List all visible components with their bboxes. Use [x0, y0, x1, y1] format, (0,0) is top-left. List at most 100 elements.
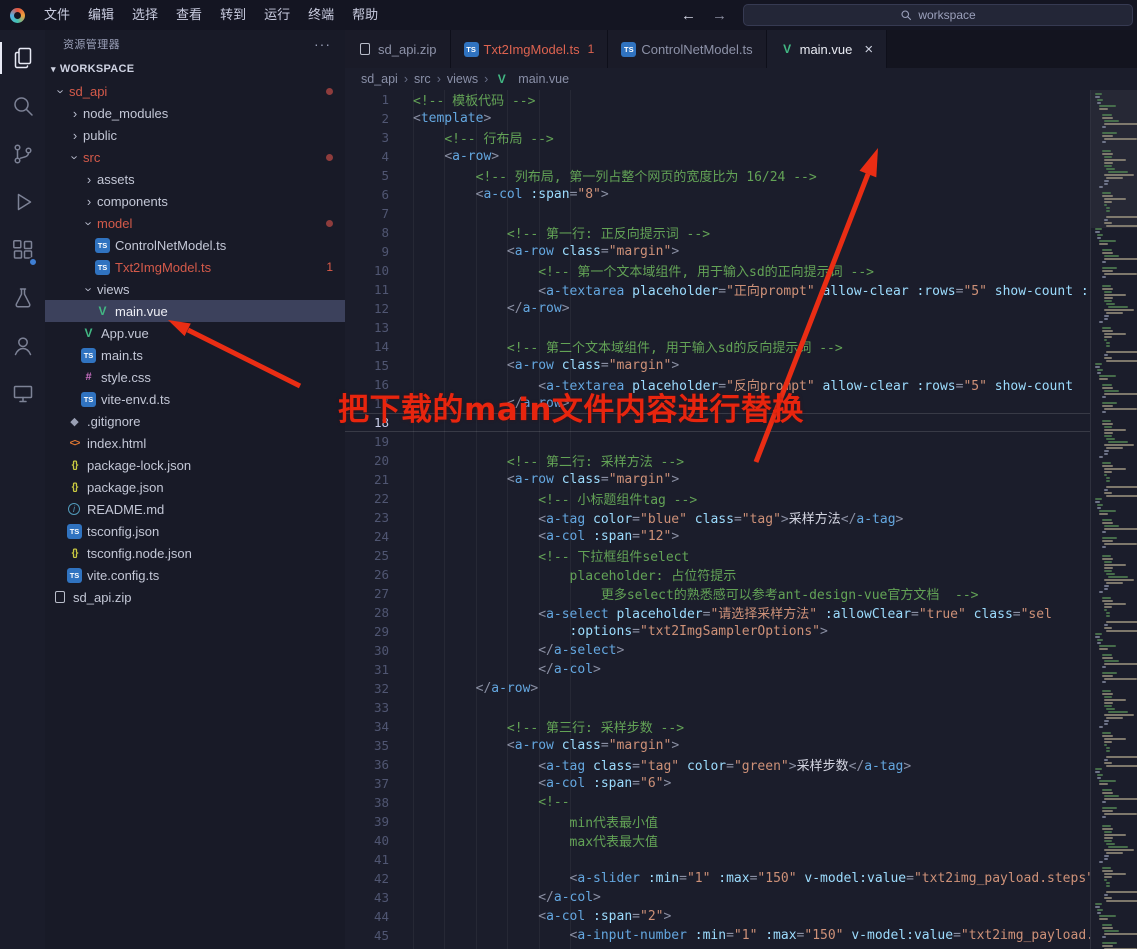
code-line[interactable]: 2<template> [345, 109, 1090, 128]
code-line[interactable]: 14 <!-- 第二个文本域组件, 用于输入sd的反向提示词 --> [345, 337, 1090, 356]
code-line[interactable]: 15 <a-row class="margin"> [345, 356, 1090, 375]
menu-item[interactable]: 选择 [123, 0, 167, 30]
activity-accounts-button[interactable] [0, 322, 45, 370]
tree-folder-public[interactable]: ›public [45, 124, 345, 146]
code-line[interactable]: 35 <a-row class="margin"> [345, 736, 1090, 755]
code-line[interactable]: 32 </a-row> [345, 679, 1090, 698]
activity-testing-button[interactable] [0, 274, 45, 322]
tab-main-vue[interactable]: Vmain.vue× [767, 30, 888, 68]
tree-file-tsconfig-node-json[interactable]: {}tsconfig.node.json [45, 542, 345, 564]
code-line[interactable]: 23 <a-tag color="blue" class="tag">采样方法<… [345, 508, 1090, 527]
back-button[interactable]: ← [681, 7, 696, 24]
tree-folder-components[interactable]: ›components [45, 190, 345, 212]
code-line[interactable]: 42 <a-slider :min="1" :max="150" v-model… [345, 869, 1090, 888]
more-actions-icon[interactable]: ··· [314, 36, 331, 52]
breadcrumb-item[interactable]: src [414, 72, 431, 86]
workspace-section-header[interactable]: ▾ WORKSPACE [45, 58, 345, 80]
code-line[interactable]: 38 <!-- [345, 793, 1090, 812]
code-line[interactable]: 9 <a-row class="margin"> [345, 242, 1090, 261]
tree-file-app-vue[interactable]: VApp.vue [45, 322, 345, 344]
menu-item[interactable]: 转到 [211, 0, 255, 30]
tree-file-tsconfig-json[interactable]: TStsconfig.json [45, 520, 345, 542]
menu-item[interactable]: 终端 [299, 0, 343, 30]
activity-remote-explorer-button[interactable] [0, 370, 45, 418]
code-line[interactable]: 24 <a-col :span="12"> [345, 527, 1090, 546]
code-line[interactable]: 31 </a-col> [345, 660, 1090, 679]
activity-explorer-button[interactable] [0, 34, 45, 82]
tree-file-txt2imgmodel-ts[interactable]: TSTxt2ImgModel.ts1 [45, 256, 345, 278]
tab-txt2imgmodel-ts[interactable]: TSTxt2ImgModel.ts1 [451, 30, 609, 68]
tab-controlnetmodel-ts[interactable]: TSControlNetModel.ts [608, 30, 766, 68]
code-line[interactable]: 21 <a-row class="margin"> [345, 470, 1090, 489]
code-line[interactable]: 5 <!-- 列布局, 第一列占整个网页的宽度比为 16/24 --> [345, 166, 1090, 185]
tree-file-sd-api-zip[interactable]: sd_api.zip [45, 586, 345, 608]
code-line[interactable]: 11 <a-textarea placeholder="正向prompt" al… [345, 280, 1090, 299]
tree-file-package-json[interactable]: {}package.json [45, 476, 345, 498]
minimap[interactable] [1090, 90, 1137, 949]
code-line[interactable]: 27 更多select的熟悉感可以参考ant-design-vue官方文档 --… [345, 584, 1090, 603]
tree-file-readme-md[interactable]: iREADME.md [45, 498, 345, 520]
code-line[interactable]: 40 max代表最大值 [345, 831, 1090, 850]
menu-item[interactable]: 查看 [167, 0, 211, 30]
breadcrumb[interactable]: sd_api›src›views›Vmain.vue [345, 68, 1137, 90]
breadcrumb-item[interactable]: sd_api [361, 72, 398, 86]
close-icon[interactable]: × [864, 42, 873, 57]
code-line[interactable]: 29 :options="txt2ImgSamplerOptions"> [345, 622, 1090, 641]
code-line[interactable]: 34 <!-- 第三行: 采样步数 --> [345, 717, 1090, 736]
code-line[interactable]: 8 <!-- 第一行: 正反向提示词 --> [345, 223, 1090, 242]
tree-file-vite-config-ts[interactable]: TSvite.config.ts [45, 564, 345, 586]
code-line[interactable]: 28 <a-select placeholder="请选择采样方法" :allo… [345, 603, 1090, 622]
code-line[interactable]: 25 <!-- 下拉框组件select [345, 546, 1090, 565]
code-line[interactable]: 33 [345, 698, 1090, 717]
code-line[interactable]: 13 [345, 318, 1090, 337]
code-line[interactable]: 16 <a-textarea placeholder="反向prompt" al… [345, 375, 1090, 394]
code-line[interactable]: 37 <a-col :span="6"> [345, 774, 1090, 793]
code-line[interactable]: 12 </a-row> [345, 299, 1090, 318]
tree-file-controlnetmodel-ts[interactable]: TSControlNetModel.ts [45, 234, 345, 256]
code-line[interactable]: 10 <!-- 第一个文本域组件, 用于输入sd的正向提示词 --> [345, 261, 1090, 280]
code-line[interactable]: 45 <a-input-number :min="1" :max="150" v… [345, 926, 1090, 945]
tree-folder-node-modules[interactable]: ›node_modules [45, 102, 345, 124]
code-line[interactable]: 30 </a-select> [345, 641, 1090, 660]
tree-folder-src[interactable]: ›src [45, 146, 345, 168]
menu-item[interactable]: 编辑 [79, 0, 123, 30]
code-line[interactable]: 3 <!-- 行布局 --> [345, 128, 1090, 147]
code-line[interactable]: 20 <!-- 第二行: 采样方法 --> [345, 451, 1090, 470]
menu-item[interactable]: 帮助 [343, 0, 387, 30]
code-line[interactable]: 36 <a-tag class="tag" color="green">采样步数… [345, 755, 1090, 774]
code-line[interactable]: 26 placeholder: 占位符提示 [345, 565, 1090, 584]
code-line[interactable]: 18 [345, 413, 1090, 432]
code-line[interactable]: 39 min代表最小值 [345, 812, 1090, 831]
code-line[interactable]: 41 [345, 850, 1090, 869]
activity-search-button[interactable] [0, 82, 45, 130]
code-line[interactable]: 4 <a-row> [345, 147, 1090, 166]
activity-source-control-button[interactable] [0, 130, 45, 178]
tree-file-main-ts[interactable]: TSmain.ts [45, 344, 345, 366]
activity-run-debug-button[interactable] [0, 178, 45, 226]
code-line[interactable]: 44 <a-col :span="2"> [345, 907, 1090, 926]
tree-file-index-html[interactable]: <>index.html [45, 432, 345, 454]
command-center-search[interactable]: workspace [743, 4, 1133, 26]
breadcrumb-item[interactable]: views [447, 72, 478, 86]
code-line[interactable]: 22 <!-- 小标题组件tag --> [345, 489, 1090, 508]
tab-sd-api-zip[interactable]: sd_api.zip [345, 30, 451, 68]
tree-folder-assets[interactable]: ›assets [45, 168, 345, 190]
tree-file-package-lock-json[interactable]: {}package-lock.json [45, 454, 345, 476]
tree-folder-views[interactable]: ›views [45, 278, 345, 300]
menu-item[interactable]: 运行 [255, 0, 299, 30]
tree-file-main-vue[interactable]: Vmain.vue [45, 300, 345, 322]
code-line[interactable]: 7 [345, 204, 1090, 223]
tree-folder-sd-api[interactable]: ›sd_api [45, 80, 345, 102]
tree-folder-model[interactable]: ›model [45, 212, 345, 234]
activity-extensions-button[interactable] [0, 226, 45, 274]
code-line[interactable]: 1<!-- 模板代码 --> [345, 90, 1090, 109]
menu-item[interactable]: 文件 [35, 0, 79, 30]
code-line[interactable]: 19 [345, 432, 1090, 451]
code-editor[interactable]: 1<!-- 模板代码 -->2<template>3 <!-- 行布局 -->4… [345, 90, 1090, 949]
breadcrumb-item[interactable]: Vmain.vue [494, 72, 569, 87]
code-line[interactable]: 17 </a-row> [345, 394, 1090, 413]
tree-file-vite-env-d-ts[interactable]: TSvite-env.d.ts [45, 388, 345, 410]
code-line[interactable]: 43 </a-col> [345, 888, 1090, 907]
forward-button[interactable]: → [712, 7, 727, 24]
tree-file-style-css[interactable]: #style.css [45, 366, 345, 388]
